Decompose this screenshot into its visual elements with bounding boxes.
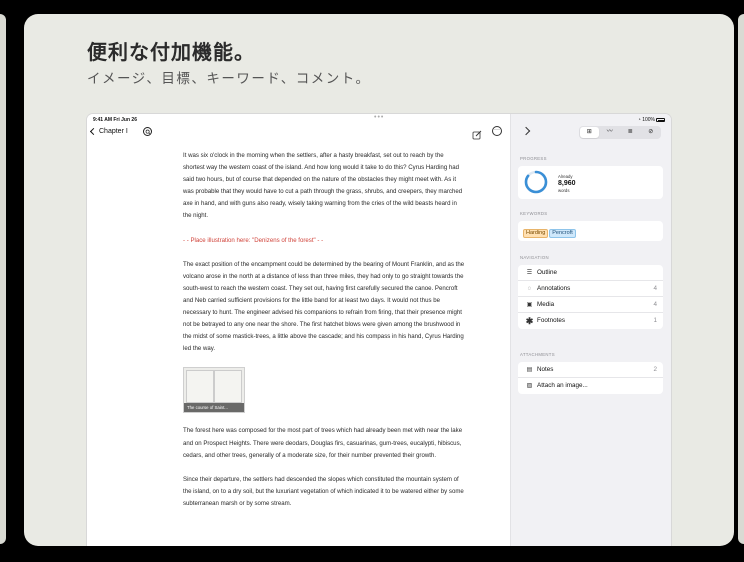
ipad-screen: 9:41 AM Fri Jun 26 ••• Chapter I ··· It … bbox=[87, 114, 671, 546]
keyword-tag-harding[interactable]: Harding bbox=[523, 228, 549, 238]
nav-item-label: Footnotes bbox=[537, 317, 566, 324]
image-caption: The course of Saint... bbox=[184, 403, 244, 413]
nav-item-media[interactable]: ▣ Media 4 bbox=[518, 297, 663, 313]
photo-icon: ▣ bbox=[526, 302, 533, 308]
tab-dashboard-icon[interactable]: ⊞ bbox=[580, 127, 599, 138]
word-count: 8,960 bbox=[558, 180, 576, 187]
search-icon[interactable] bbox=[143, 127, 152, 136]
attachments-card: ▤ Notes 2 ▨ Attach an image... bbox=[518, 362, 663, 394]
collapse-inspector-chevron-icon[interactable] bbox=[521, 126, 531, 136]
chevron-left-icon bbox=[89, 127, 98, 136]
paragraph: The exact position of the encampment cou… bbox=[183, 260, 465, 353]
editor-pane: 9:41 AM Fri Jun 26 ••• Chapter I ··· It … bbox=[87, 114, 510, 546]
keywords-card: Harding Pencroft bbox=[518, 221, 663, 241]
asterisk-icon: ✱ bbox=[525, 316, 534, 326]
nav-item-count: 1 bbox=[653, 317, 657, 324]
nav-item-label: Media bbox=[537, 301, 555, 308]
nav-item-count: 4 bbox=[653, 301, 657, 308]
attachment-item-count: 2 bbox=[653, 366, 657, 373]
compose-icon[interactable] bbox=[472, 127, 482, 140]
image-page-right bbox=[214, 370, 242, 404]
nav-item-count: 4 bbox=[653, 285, 657, 292]
battery-percent: 100% bbox=[642, 117, 655, 123]
navigation-card: ☰ Outline ◌ Annotations 4 ▣ Media 4 ✱ Fo… bbox=[518, 265, 663, 329]
inspector-pane: ◔ 100% ⊞ 〰 ≣ ⊘ PROGRESS Already 8,960 wo… bbox=[510, 114, 671, 546]
attachments-section-label: ATTACHMENTS bbox=[520, 352, 555, 357]
word-count-unit: words bbox=[558, 188, 570, 193]
promo-headline: 便利な付加機能。 bbox=[87, 40, 255, 64]
attach-image-button[interactable]: ▨ Attach an image... bbox=[518, 378, 663, 394]
document-icon: ▤ bbox=[526, 367, 533, 373]
inline-image[interactable]: The course of Saint... bbox=[183, 367, 245, 414]
image-icon: ▨ bbox=[526, 383, 533, 389]
navigation-section-label: NAVIGATION bbox=[520, 255, 549, 260]
speech-bubble-icon: ◌ bbox=[527, 286, 532, 292]
status-time: 9:41 AM Fri Jun 26 bbox=[93, 117, 137, 123]
battery-icon bbox=[656, 118, 665, 122]
list-icon: ☰ bbox=[526, 270, 533, 276]
back-button-label: Chapter I bbox=[99, 128, 128, 135]
nav-item-footnotes[interactable]: ✱ Footnotes 1 bbox=[518, 313, 663, 329]
attachment-item-label: Notes bbox=[537, 366, 554, 373]
promo-subhead: イメージ、目標、キーワード、コメント。 bbox=[87, 71, 371, 87]
keyword-tag-pencroft[interactable]: Pencroft bbox=[549, 228, 576, 238]
annotation-placeholder[interactable]: - - Place illustration here: "Denizens o… bbox=[183, 235, 465, 247]
nav-item-label: Outline bbox=[537, 269, 557, 276]
multitasking-dots[interactable]: ••• bbox=[374, 114, 384, 121]
progress-text: Already 8,960 words bbox=[558, 174, 576, 194]
nav-item-outline[interactable]: ☰ Outline bbox=[518, 265, 663, 281]
inspector-tab-bar: ⊞ 〰 ≣ ⊘ bbox=[579, 126, 661, 139]
battery-status: ◔ 100% bbox=[638, 117, 665, 123]
more-options-icon[interactable]: ··· bbox=[492, 126, 502, 136]
document-body[interactable]: It was six o'clock in the morning when t… bbox=[183, 150, 465, 522]
paragraph: It was six o'clock in the morning when t… bbox=[183, 152, 463, 220]
attachment-item-label: Attach an image... bbox=[537, 382, 588, 389]
attachment-item-notes[interactable]: ▤ Notes 2 bbox=[518, 362, 663, 378]
nav-item-annotations[interactable]: ◌ Annotations 4 bbox=[518, 281, 663, 297]
tab-list-icon[interactable]: ≣ bbox=[621, 127, 640, 138]
paragraph: The forest here was composed for the mos… bbox=[183, 427, 463, 459]
previous-slide-edge bbox=[0, 14, 6, 544]
keywords-section-label: KEYWORDS bbox=[520, 211, 548, 216]
tab-attachments-icon[interactable]: ⊘ bbox=[642, 127, 661, 138]
progress-ring-icon bbox=[524, 170, 548, 194]
stage: 便利な付加機能。 イメージ、目標、キーワード、コメント。 9:41 AM Fri… bbox=[0, 0, 744, 562]
progress-section-label: PROGRESS bbox=[520, 156, 547, 161]
next-slide-edge bbox=[738, 14, 744, 544]
progress-card[interactable]: Already 8,960 words bbox=[518, 166, 663, 199]
paragraph: Since their departure, the settlers had … bbox=[183, 475, 464, 507]
image-page-left bbox=[186, 370, 214, 404]
tab-statistics-icon[interactable]: 〰 bbox=[601, 127, 620, 138]
promo-card: 便利な付加機能。 イメージ、目標、キーワード、コメント。 9:41 AM Fri… bbox=[24, 14, 734, 546]
nav-item-label: Annotations bbox=[537, 285, 571, 292]
back-button[interactable]: Chapter I bbox=[89, 127, 128, 136]
